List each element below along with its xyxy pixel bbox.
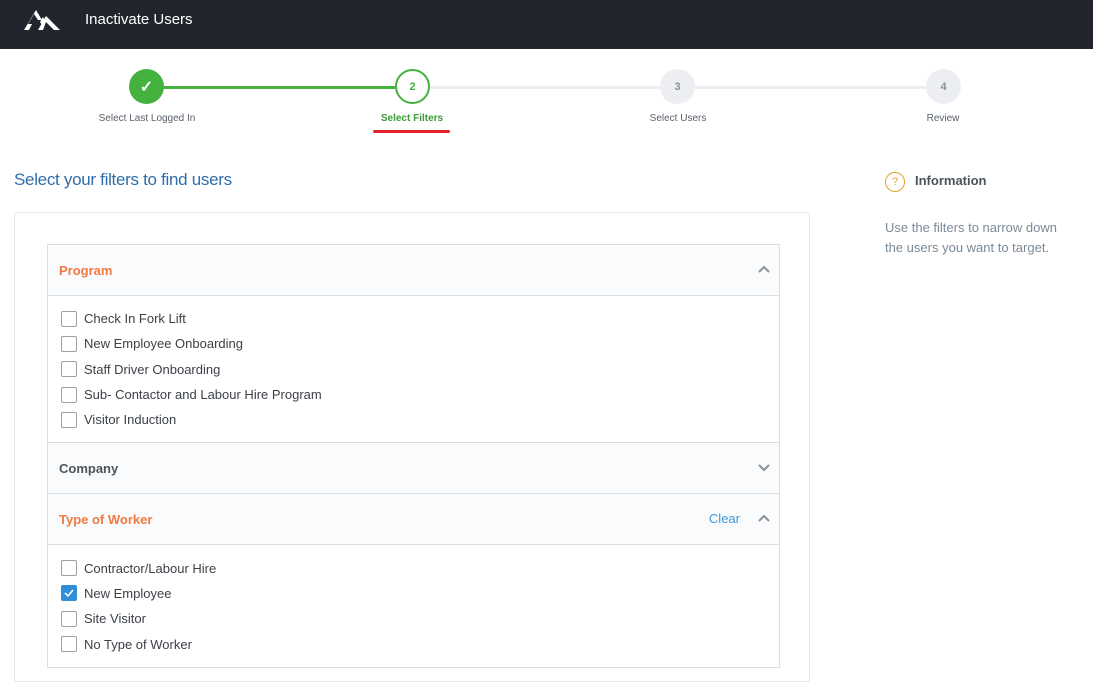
step-3-label: Select Users <box>649 113 707 124</box>
step-1-label: Select Last Logged In <box>98 113 196 124</box>
checkbox-checked[interactable] <box>61 585 77 602</box>
step-4-number: 4 <box>940 80 947 93</box>
checkbox[interactable] <box>61 636 77 653</box>
wizard-stepper: ✓ Select Last Logged In 2 Select Filters… <box>0 49 1093 149</box>
step-4-label: Review <box>926 113 960 124</box>
info-text: Use the filters to narrow down the users… <box>885 220 1057 255</box>
mountain-logo-icon[interactable] <box>24 8 60 32</box>
option-label: Site Visitor <box>84 611 146 627</box>
program-option[interactable]: Staff Driver Onboarding <box>48 357 779 382</box>
worker-type-option[interactable]: New Employee <box>48 581 779 606</box>
step-2-label: Select Filters <box>380 113 444 124</box>
option-label: Visitor Induction <box>84 412 177 428</box>
step-2-circle[interactable]: 2 <box>395 69 430 104</box>
step-3-number: 3 <box>674 80 681 93</box>
chevron-up-icon[interactable] <box>757 511 771 525</box>
worker-type-option[interactable]: Site Visitor <box>48 606 779 631</box>
checkbox[interactable] <box>61 361 77 378</box>
clear-filter-link[interactable]: Clear <box>709 511 740 526</box>
program-option[interactable]: Check In Fork Lift <box>48 306 779 331</box>
active-step-underline <box>373 130 450 133</box>
step-connector-1 <box>163 86 395 89</box>
step-connector-2 <box>429 86 660 89</box>
worker-type-option[interactable]: Contractor/Labour Hire <box>48 555 779 580</box>
chevron-down-icon[interactable] <box>757 460 771 474</box>
option-label: Contractor/Labour Hire <box>84 560 217 576</box>
program-section-header[interactable]: Program <box>48 245 779 296</box>
worker-type-option[interactable]: No Type of Worker <box>48 631 779 656</box>
type-of-worker-options: Contractor/Labour Hire New Employee Site… <box>48 545 779 666</box>
option-label: Sub- Contactor and Labour Hire Program <box>84 387 322 403</box>
filters-heading: Select your filters to find users <box>14 170 232 189</box>
program-option[interactable]: Sub- Contactor and Labour Hire Program <box>48 382 779 407</box>
type-of-worker-section-title: Type of Worker <box>59 512 153 528</box>
top-bar: Inactivate Users <box>0 0 1093 49</box>
program-option[interactable]: Visitor Induction <box>48 407 779 432</box>
program-section-title: Program <box>59 263 113 278</box>
step-4-circle[interactable]: 4 <box>926 69 961 104</box>
program-option[interactable]: New Employee Onboarding <box>48 331 779 356</box>
checkbox[interactable] <box>61 411 77 428</box>
option-label: No Type of Worker <box>84 636 192 652</box>
step-3-circle[interactable]: 3 <box>660 69 695 104</box>
info-title: Information <box>915 173 987 188</box>
checkbox[interactable] <box>61 386 77 403</box>
checkbox[interactable] <box>61 560 77 577</box>
option-label: New Employee Onboarding <box>84 336 243 352</box>
filters-card: Program Check In Fork Lift New Employee … <box>14 212 810 682</box>
company-section-title: Company <box>59 461 119 477</box>
step-1-circle[interactable]: ✓ <box>129 69 164 104</box>
step-connector-3 <box>694 86 926 89</box>
page-title: Inactivate Users <box>85 11 193 28</box>
checkbox[interactable] <box>61 610 77 627</box>
checkmark-icon <box>64 589 74 598</box>
option-label: Check In Fork Lift <box>84 311 186 327</box>
company-section-header[interactable]: Company <box>48 443 779 495</box>
checkmark-icon: ✓ <box>139 78 154 96</box>
option-label: New Employee <box>84 585 172 601</box>
program-options: Check In Fork Lift New Employee Onboardi… <box>48 296 779 444</box>
filters-accordion: Program Check In Fork Lift New Employee … <box>47 244 780 668</box>
chevron-up-icon[interactable] <box>757 262 771 276</box>
question-mark-icon: ? <box>885 172 905 192</box>
checkbox[interactable] <box>61 335 77 352</box>
checkbox[interactable] <box>61 310 77 327</box>
option-label: Staff Driver Onboarding <box>84 361 221 377</box>
step-2-number: 2 <box>409 80 416 93</box>
type-of-worker-section-header[interactable]: Type of Worker Clear <box>48 494 779 546</box>
